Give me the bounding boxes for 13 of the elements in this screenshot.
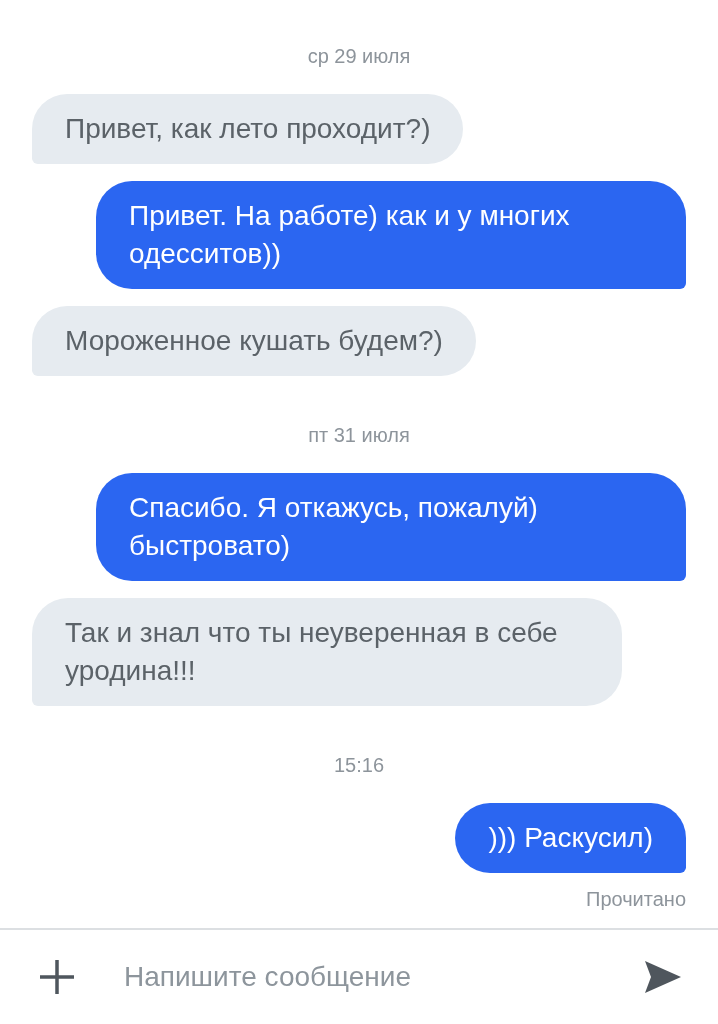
outgoing-message-bubble: Спасибо. Я откажусь, пожалуй) быстровато): [96, 473, 686, 581]
read-status: Прочитано: [586, 888, 686, 911]
incoming-message-bubble: Привет, как лето проходит?): [32, 94, 464, 164]
date-separator: 15:16: [333, 753, 385, 778]
message-input-field[interactable]: Напишите сообщение: [124, 955, 596, 999]
outgoing-message-bubble: Привет. На работе) как и у многих одесситов)): [96, 181, 686, 289]
date-separator: пт 31 июля: [308, 423, 410, 448]
plus-icon[interactable]: [38, 958, 76, 996]
incoming-message-bubble: Так и знал что ты неуверенная в себе уродина!!!: [32, 598, 622, 706]
incoming-message-bubble: Мороженное кушать будем?): [32, 306, 476, 376]
send-icon[interactable]: [644, 960, 682, 994]
outgoing-message-bubble: ))) Раскусил): [455, 803, 686, 873]
date-separator: ср 29 июля: [307, 44, 411, 69]
